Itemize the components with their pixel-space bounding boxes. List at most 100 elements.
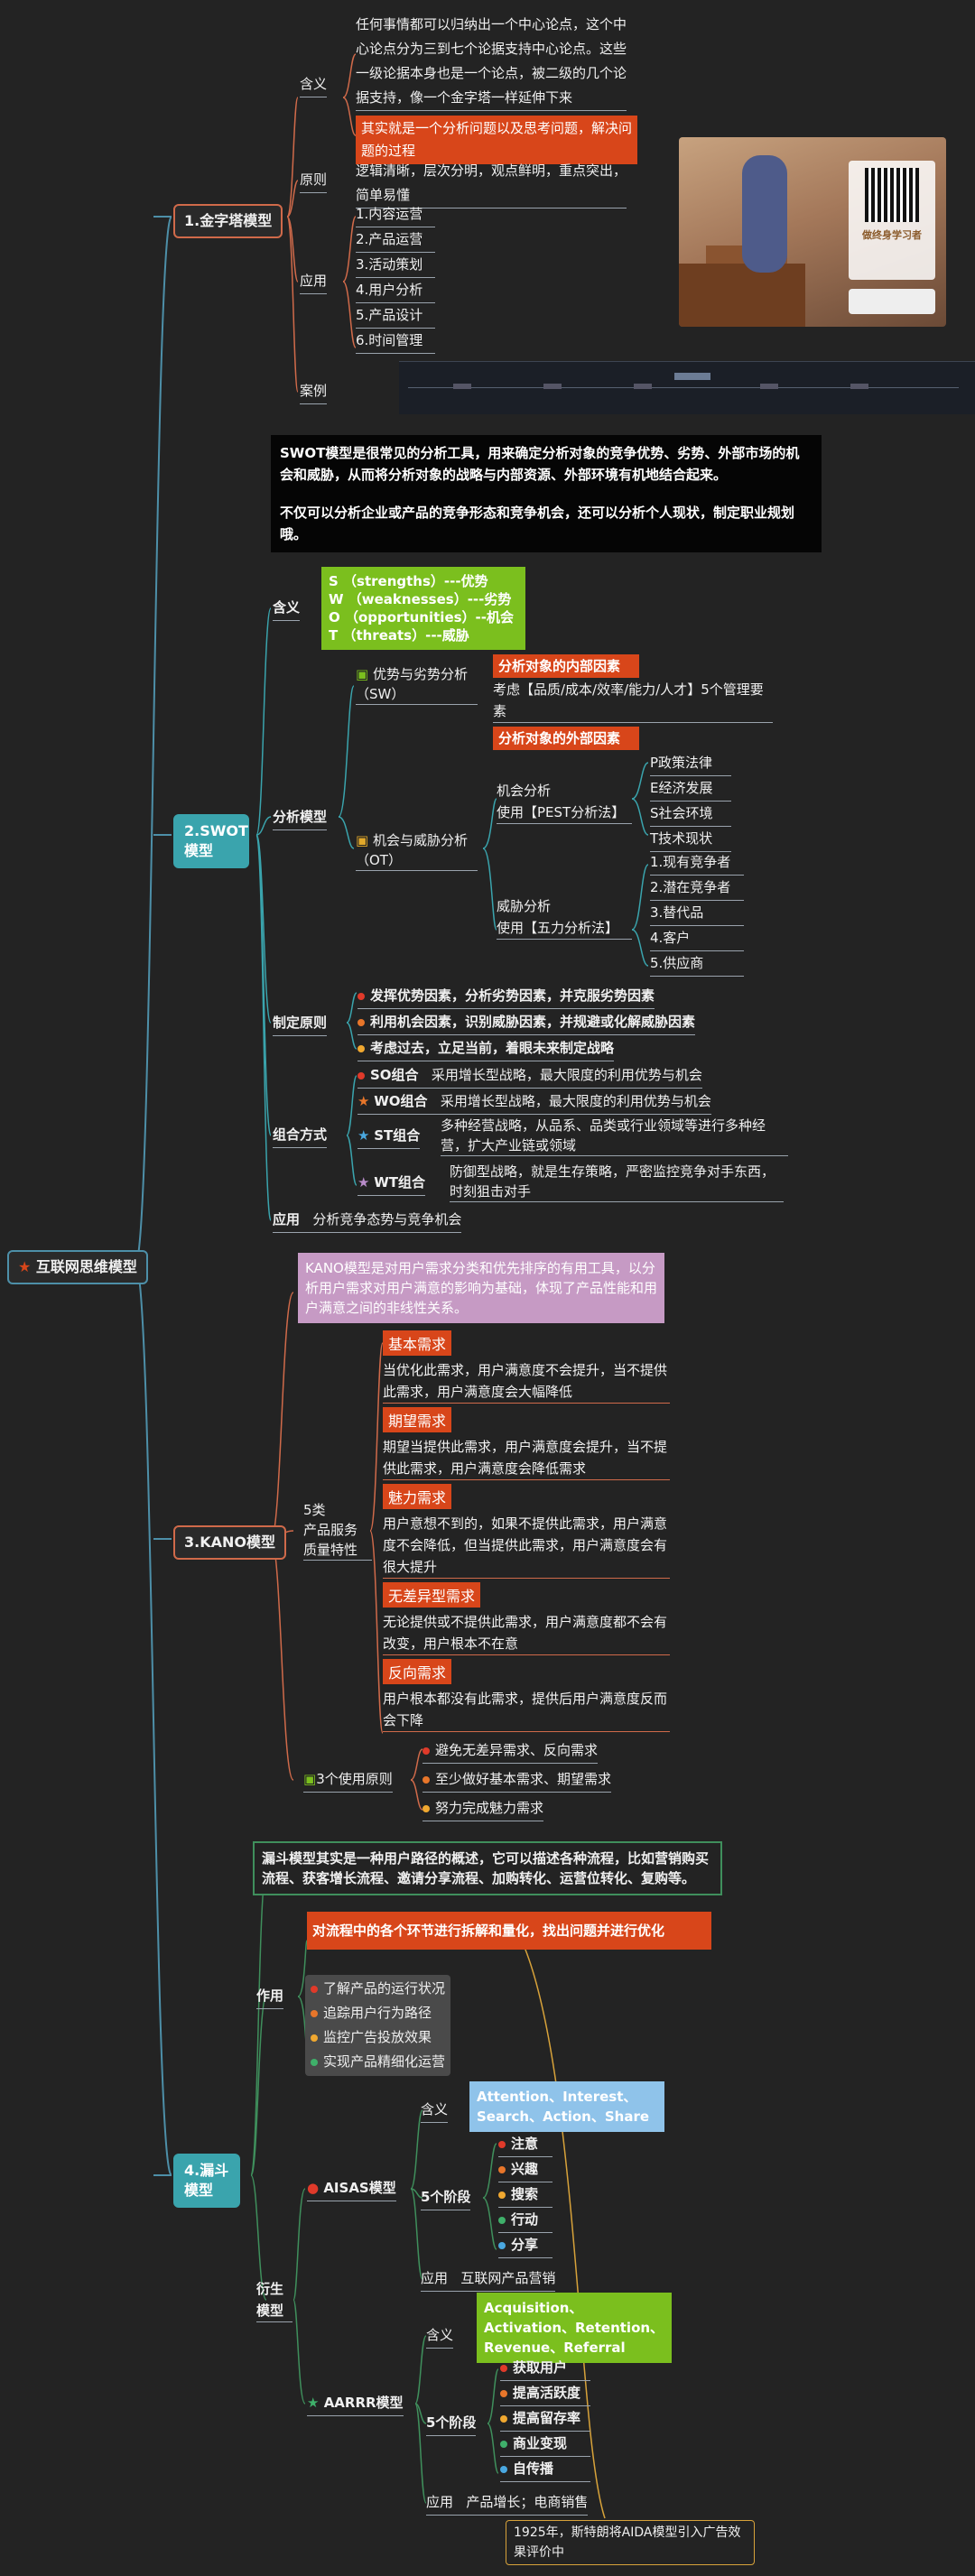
kano-need-expected: 期望需求 期望当提供此需求，用户满意度会提升，当不提供此需求，用户满意度会降低需… xyxy=(383,1407,670,1480)
swot-combo-so: SO组合 采用增长型战略，最大限度的利用优势与机会 xyxy=(358,1063,702,1089)
swot-opp-label: 机会分析 使用【PEST分析法】 xyxy=(497,780,632,824)
aisas-title: AISAS模型 xyxy=(323,2180,396,2196)
kano-use-1: 避免无差异需求、反向需求 xyxy=(422,1738,599,1764)
funnel-note: 1925年，斯特朗将AIDA模型引入广告效果评价中 xyxy=(506,2520,755,2565)
stage-text: 行动 xyxy=(511,2211,539,2228)
swot-combo-wt-text: 防御型战略，就是生存策略，严密监控竞争对手东西，时刻狙击对手 xyxy=(450,1162,784,1202)
kano-need-reverse: 反向需求 用户根本都没有此需求，提供后用户满意度反而会下降 xyxy=(383,1659,670,1732)
root-node[interactable]: ★ 互联网思维模型 xyxy=(7,1250,148,1284)
pyramid-apply-label: 应用 xyxy=(300,269,328,294)
funnel-node[interactable]: 4.漏斗模型 xyxy=(173,2154,240,2208)
swot-threat-label: 威胁分析 使用【五力分析法】 xyxy=(497,895,632,940)
aisas-meaning-label: 含义 xyxy=(421,2098,449,2123)
pyramid-principle-label: 原则 xyxy=(300,168,328,193)
swot-rule-3: 考虑过去，立足当前，着眼未来制定战略 xyxy=(358,1036,615,1061)
swot-sw-text-detail: 考虑【品质/成本/效率/能力/人才】5个管理要素 xyxy=(493,679,773,723)
swot-ot-text: 机会与威胁分析（OT） xyxy=(356,832,468,868)
pest-list: P政策法律 E经济发展 S社会环境 T技术现状 xyxy=(650,751,731,852)
list-item: 实现产品精细化运营 xyxy=(311,2050,445,2074)
stage-item: 自传播 xyxy=(500,2457,590,2482)
swot-combo-wo: ★ WO组合 采用增长型战略，最大限度的利用优势与机会 xyxy=(358,1089,711,1115)
list-item: S社会环境 xyxy=(650,802,731,827)
swot-ot-label: ▣ 机会与威胁分析（OT） xyxy=(356,830,478,871)
swot-combo-st-name: ★ ST组合 xyxy=(358,1124,421,1149)
stage-item: 商业变现 xyxy=(500,2432,590,2457)
need-tag: 期望需求 xyxy=(383,1407,452,1432)
use-text: 追踪用户行为路径 xyxy=(323,2005,432,2021)
use-text: 监控广告投放效果 xyxy=(323,2029,432,2045)
list-item: P政策法律 xyxy=(650,751,731,776)
list-item: 2.潜在竞争者 xyxy=(650,876,744,901)
pyramid-title: 1.金字塔模型 xyxy=(184,212,273,229)
stage-text: 商业变现 xyxy=(513,2435,568,2451)
pyramid-principle-text: 逻辑清晰，层次分明，观点鲜明，重点突出，简单易懂 xyxy=(356,159,627,208)
aisas-stages: 注意 兴趣 搜索 行动 分享 xyxy=(498,2132,552,2258)
aarrr-stage-label: 5个阶段 xyxy=(426,2411,477,2436)
aarrr-node[interactable]: ★ AARRR模型 xyxy=(307,2391,404,2416)
list-item: 3.替代品 xyxy=(650,901,744,926)
use-label-text: 3个使用原则 xyxy=(316,1771,393,1787)
kano-node[interactable]: 3.KANO模型 xyxy=(173,1525,286,1560)
list-item: 5.供应商 xyxy=(650,951,744,977)
aarrr-meaning-label: 含义 xyxy=(426,2323,454,2349)
use-text: 避免无差异需求、反向需求 xyxy=(435,1742,599,1758)
need-text: 用户根本都没有此需求，提供后用户满意度反而会下降 xyxy=(383,1688,670,1732)
need-text: 期望当提供此需求，用户满意度会提升，当不提供此需求，用户满意度会降低需求 xyxy=(383,1436,670,1480)
kano-five-label: 5类 产品服务 质量特性 xyxy=(303,1500,372,1561)
combo-name: SO组合 xyxy=(370,1067,419,1083)
five-forces-list: 1.现有竞争者 2.潜在竞争者 3.替代品 4.客户 5.供应商 xyxy=(650,850,744,977)
funnel-use-label: 作用 xyxy=(256,1984,284,2009)
need-tag: 基本需求 xyxy=(383,1330,452,1356)
combo-name: ST组合 xyxy=(374,1127,421,1144)
swot-analysis-label: 分析模型 xyxy=(273,805,328,830)
stage-item: 搜索 xyxy=(498,2182,552,2208)
swot-combo-label: 组合方式 xyxy=(273,1123,328,1148)
need-tag: 魅力需求 xyxy=(383,1484,452,1509)
aarrr-meaning: Acquisition、Activation、Retention、Revenue… xyxy=(477,2293,672,2363)
swot-t: T （threats）---威胁 xyxy=(329,627,469,644)
combo-text: 采用增长型战略，最大限度的利用优势与机会 xyxy=(431,1067,702,1083)
stage-text: 注意 xyxy=(511,2136,539,2152)
aisas-apply: 应用 互联网产品营销 xyxy=(421,2266,556,2292)
apply-label: 应用 xyxy=(421,2270,449,2286)
swot-apply: 应用 分析竞争态势与竞争机会 xyxy=(273,1208,462,1233)
kano-title: 3.KANO模型 xyxy=(184,1534,275,1551)
stage-text: 获取用户 xyxy=(513,2359,568,2376)
combo-name: WO组合 xyxy=(374,1093,428,1109)
apply-label: 应用 xyxy=(273,1211,301,1228)
list-item: 监控广告投放效果 xyxy=(311,2025,445,2050)
combo-name: WT组合 xyxy=(374,1174,426,1191)
pyramid-node[interactable]: 1.金字塔模型 xyxy=(173,204,283,238)
list-item: 3.活动策划 xyxy=(356,253,435,278)
qr-code-icon xyxy=(865,168,919,222)
case-mindmap-thumbnail[interactable] xyxy=(399,361,975,414)
swot-rule-label: 制定原则 xyxy=(273,1011,328,1036)
combo-text: 采用增长型战略，最大限度的利用优势与机会 xyxy=(440,1093,711,1109)
swot-meaning-label: 含义 xyxy=(273,596,301,621)
swot-sw-text: 优势与劣势分析（SW） xyxy=(356,666,468,702)
rule-text: 发挥优势因素，分析劣势因素，并克服劣势因素 xyxy=(370,987,655,1004)
stage-text: 兴趣 xyxy=(511,2161,539,2177)
kano-need-indifferent: 无差异型需求 无论提供或不提供此需求，用户满意度都不会有改变，用户根本不在意 xyxy=(383,1582,670,1655)
ad-title: 做终身学习者 xyxy=(862,229,922,241)
aisas-node[interactable]: ● AISAS模型 xyxy=(307,2176,396,2201)
swot-node[interactable]: 2.SWOT模型 xyxy=(173,814,249,868)
pyramid-meaning-text: 任何事情都可以归纳出一个中心论点，这个中心论点分为三到七个论据支持中心论点。这些… xyxy=(356,13,627,111)
swot-w: W （weaknesses）---劣势 xyxy=(329,591,512,607)
stage-item: 提高活跃度 xyxy=(500,2381,590,2406)
stage-text: 自传播 xyxy=(513,2460,554,2477)
swot-rule-1: 发挥优势因素，分析劣势因素，并克服劣势因素 xyxy=(358,984,655,1009)
swot-combo-wt-name: ★ WT组合 xyxy=(358,1171,426,1196)
list-item: 1.现有竞争者 xyxy=(650,850,744,876)
kano-use-3: 努力完成魅力需求 xyxy=(422,1796,544,1821)
pyramid-case-label: 案例 xyxy=(300,379,328,404)
swot-intro: SWOT模型是很常见的分析工具，用来确定分析对象的竞争优势、劣势、外部市场的机会… xyxy=(271,435,822,552)
apply-text: 互联网产品营销 xyxy=(460,2270,556,2286)
list-item: 6.时间管理 xyxy=(356,329,435,354)
runner-figure xyxy=(742,155,787,273)
apply-text: 分析竞争态势与竞争机会 xyxy=(312,1211,462,1228)
stage-text: 提高活跃度 xyxy=(513,2385,581,2401)
need-tag: 反向需求 xyxy=(383,1659,452,1684)
qr-card: 做终身学习者 xyxy=(849,161,935,280)
aisas-meaning: Attention、Interest、Search、Action、Share xyxy=(469,2081,664,2132)
